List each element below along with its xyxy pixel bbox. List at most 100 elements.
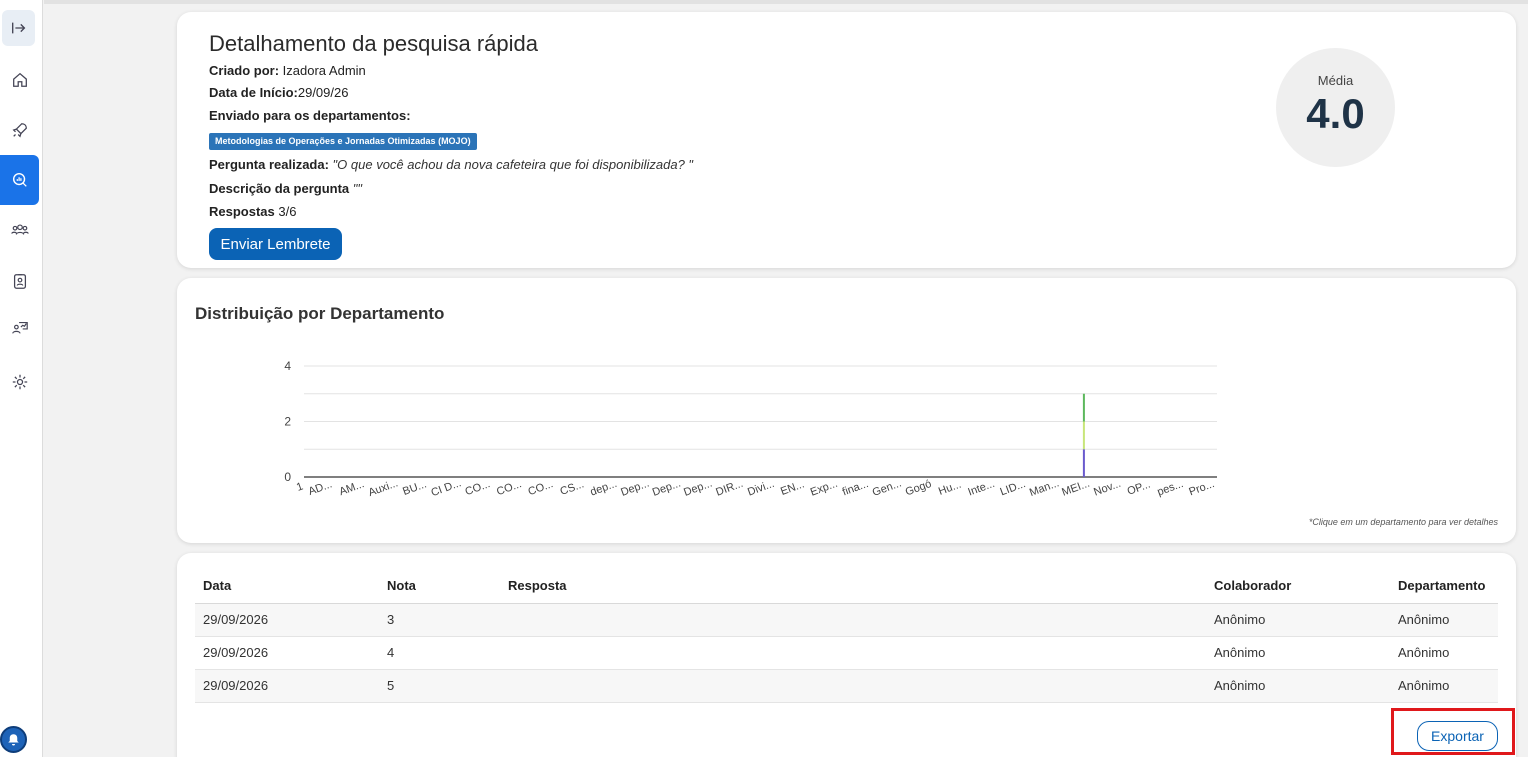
bell-icon: [8, 734, 19, 746]
notifications-button[interactable]: [0, 726, 27, 753]
table-row: 29/09/2026 5 Anônimo Anônimo: [195, 669, 1498, 703]
cell-departamento: Anônimo: [1390, 603, 1498, 637]
page-title: Detalhamento da pesquisa rápida: [209, 31, 539, 56]
bar-segment: [1082, 393, 1085, 422]
sidebar-item-surveys[interactable]: [0, 155, 39, 205]
x-tick-label: MEI...: [1060, 478, 1091, 499]
x-tick-label: CO...: [495, 478, 523, 498]
search-chart-icon: [12, 172, 27, 187]
x-tick-label: Dep...: [651, 478, 683, 499]
cell-data: 29/09/2026: [195, 603, 379, 637]
start-date-value: 29/09/26: [297, 85, 349, 100]
x-tick-label: Pro...: [1187, 478, 1216, 498]
x-tick-label: Dep...: [619, 478, 651, 499]
x-tick-label: Divi...: [746, 478, 776, 499]
description-value: "": [349, 181, 362, 196]
cell-nota: 3: [379, 603, 500, 637]
sidebar: [0, 0, 43, 757]
x-tick-label: Hu...: [937, 479, 963, 498]
average-value: 4.0: [1306, 90, 1365, 137]
department-chart[interactable]: 0241 AD... AM... Auxi... BU... CI D... CO... CO…: [177, 278, 1516, 543]
header-colaborador[interactable]: Colaborador: [1206, 569, 1390, 604]
x-tick-label: DIR...: [714, 478, 745, 499]
x-tick-label: Gogó: [904, 478, 933, 498]
created-by: Criado por: Izadora Admin: [209, 63, 366, 78]
rocket-icon: [12, 123, 27, 138]
header-departamento[interactable]: Departamento: [1390, 569, 1498, 604]
responses: Respostas 3/6: [209, 204, 296, 219]
x-tick-label: OP...: [1126, 478, 1152, 497]
x-tick-label: Gen...: [871, 477, 903, 499]
responses-table: Data Nota Resposta Colaborador Departame…: [195, 569, 1498, 703]
cell-nota: 4: [379, 636, 500, 670]
description-label: Descrição da pergunta: [209, 181, 350, 196]
sidebar-item-settings[interactable]: [0, 362, 39, 402]
y-tick-label: 0: [284, 470, 291, 484]
team-icon: [10, 224, 29, 235]
start-date-label: Data de Início:: [209, 85, 298, 100]
department-chart-card: Distribuição por Departamento 0 2 4 1 AD... A…: [177, 278, 1516, 543]
sent-to-label: Enviado para os departamentos:: [209, 108, 411, 123]
average-label: Média: [1317, 73, 1354, 88]
cell-colaborador: Anônimo: [1206, 636, 1390, 670]
survey-details-card: Detalhamento da pesquisa rápida Criado p…: [177, 12, 1516, 268]
settings-icon: [12, 374, 27, 390]
x-tick-label: AD...: [307, 478, 334, 498]
sidebar-item-home[interactable]: [0, 60, 39, 100]
cell-resposta: [500, 669, 1206, 703]
start-date: Data de Início:29/09/26: [209, 85, 348, 100]
cell-colaborador: Anônimo: [1206, 669, 1390, 703]
x-tick-label: CO...: [527, 478, 555, 498]
x-tick-label: Inte...: [966, 478, 996, 499]
x-tick-label: pes...: [1156, 478, 1185, 498]
cell-colaborador: Anônimo: [1206, 603, 1390, 637]
header-nota[interactable]: Nota: [379, 569, 500, 604]
x-tick-label: BU...: [401, 478, 428, 498]
x-tick-label: dep...: [589, 478, 619, 499]
sidebar-item-feedback[interactable]: [0, 308, 39, 348]
chart-note: *Clique em um departamento para ver deta…: [1308, 517, 1498, 527]
question: Pergunta realizada: "O que você achou da…: [209, 157, 693, 172]
sidebar-item-teams[interactable]: [0, 210, 39, 250]
x-tick-label: LID...: [999, 478, 1028, 498]
created-by-label: Criado por:: [209, 63, 280, 78]
feedback-icon: [11, 322, 28, 334]
sent-to: Enviado para os departamentos:: [209, 108, 411, 123]
expand-icon: [11, 22, 25, 34]
x-tick-label: Exp...: [809, 478, 840, 499]
x-tick-label: CO...: [464, 478, 492, 498]
description: Descrição da pergunta "": [209, 181, 362, 196]
responses-table-card: Data Nota Resposta Colaborador Departame…: [177, 553, 1516, 757]
x-tick-label: fina...: [841, 478, 870, 498]
top-border: [44, 0, 1528, 4]
home-icon: [12, 72, 27, 87]
question-label: Pergunta realizada:: [209, 157, 329, 172]
x-tick-label: Man...: [1028, 477, 1061, 499]
cell-resposta: [500, 636, 1206, 670]
sidebar-item-profile[interactable]: [0, 261, 39, 301]
table-header-row: Data Nota Resposta Colaborador Departame…: [195, 569, 1498, 604]
average-score: Média 4.0: [1276, 48, 1395, 167]
department-tag: Metodologias de Operações e Jornadas Oti…: [209, 133, 477, 150]
x-tick-label: 1: [295, 480, 305, 493]
x-tick-label: Nov...: [1092, 478, 1122, 499]
table-row: 29/09/2026 3 Anônimo Anônimo: [195, 603, 1498, 637]
send-reminder-button[interactable]: Enviar Lembrete: [209, 228, 342, 260]
responses-value: 3/6: [274, 204, 297, 219]
x-tick-label: EN...: [779, 478, 806, 498]
x-tick-label: CS...: [559, 478, 586, 498]
bar-segment: [1082, 421, 1085, 450]
sidebar-item-launch[interactable]: [0, 110, 39, 150]
x-tick-label: Dep...: [682, 478, 714, 499]
sidebar-expand-button[interactable]: [2, 10, 35, 46]
header-resposta[interactable]: Resposta: [500, 569, 1206, 604]
header-data[interactable]: Data: [195, 569, 379, 604]
table-row: 29/09/2026 4 Anônimo Anônimo: [195, 636, 1498, 670]
question-value: "O que você achou da nova cafeteira que …: [328, 157, 694, 172]
x-tick-label: CI D...: [430, 477, 463, 499]
cell-data: 29/09/2026: [195, 636, 379, 670]
badge-icon: [13, 274, 26, 289]
bar-segment: [1082, 449, 1085, 477]
y-tick-label: 4: [284, 359, 291, 373]
cell-departamento: Anônimo: [1390, 669, 1498, 703]
